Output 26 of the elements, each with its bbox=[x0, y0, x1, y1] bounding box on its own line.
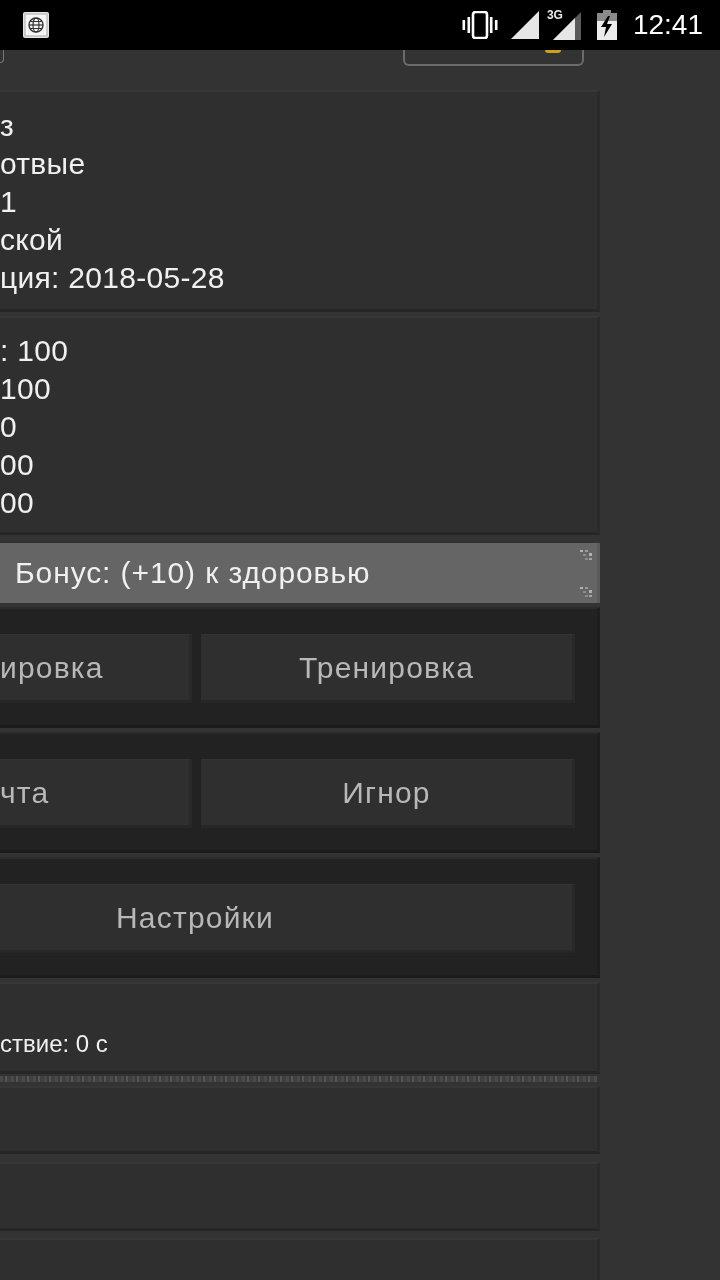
status-text: ствие: 0 с bbox=[0, 1029, 109, 1059]
network-type: 3G bbox=[546, 8, 563, 22]
globe-icon bbox=[22, 11, 50, 39]
corner-mark-icon bbox=[579, 549, 593, 561]
info-line: ской bbox=[0, 222, 65, 258]
menu-button[interactable]: ировка bbox=[0, 634, 192, 703]
battery-charging-icon bbox=[596, 10, 617, 40]
stat-line: 00 bbox=[0, 447, 35, 483]
stat-line: 100 bbox=[0, 371, 52, 407]
info-line: з bbox=[0, 108, 16, 144]
stat-line: 00 bbox=[0, 485, 35, 521]
menu-button[interactable]: Игнор bbox=[201, 759, 575, 828]
signal-icon bbox=[510, 11, 539, 39]
vibrate-icon bbox=[461, 11, 498, 39]
clock-time: 12:41 bbox=[632, 9, 703, 41]
stat-line: : 100 bbox=[0, 333, 70, 369]
header-button[interactable] bbox=[403, 50, 584, 66]
info-line: ция: 2018-05-28 bbox=[0, 260, 226, 296]
corner-mark-icon bbox=[579, 586, 593, 598]
bonus-text: Бонус: (+10) к здоровью bbox=[15, 555, 371, 591]
menu-button[interactable]: чта bbox=[0, 759, 192, 828]
menu-button[interactable]: Тренировка bbox=[201, 634, 575, 703]
menu-button[interactable]: Настройки bbox=[0, 884, 575, 953]
info-line: 1 bbox=[0, 184, 18, 220]
stat-line: 0 bbox=[0, 409, 18, 445]
info-line: отвые bbox=[0, 146, 87, 182]
